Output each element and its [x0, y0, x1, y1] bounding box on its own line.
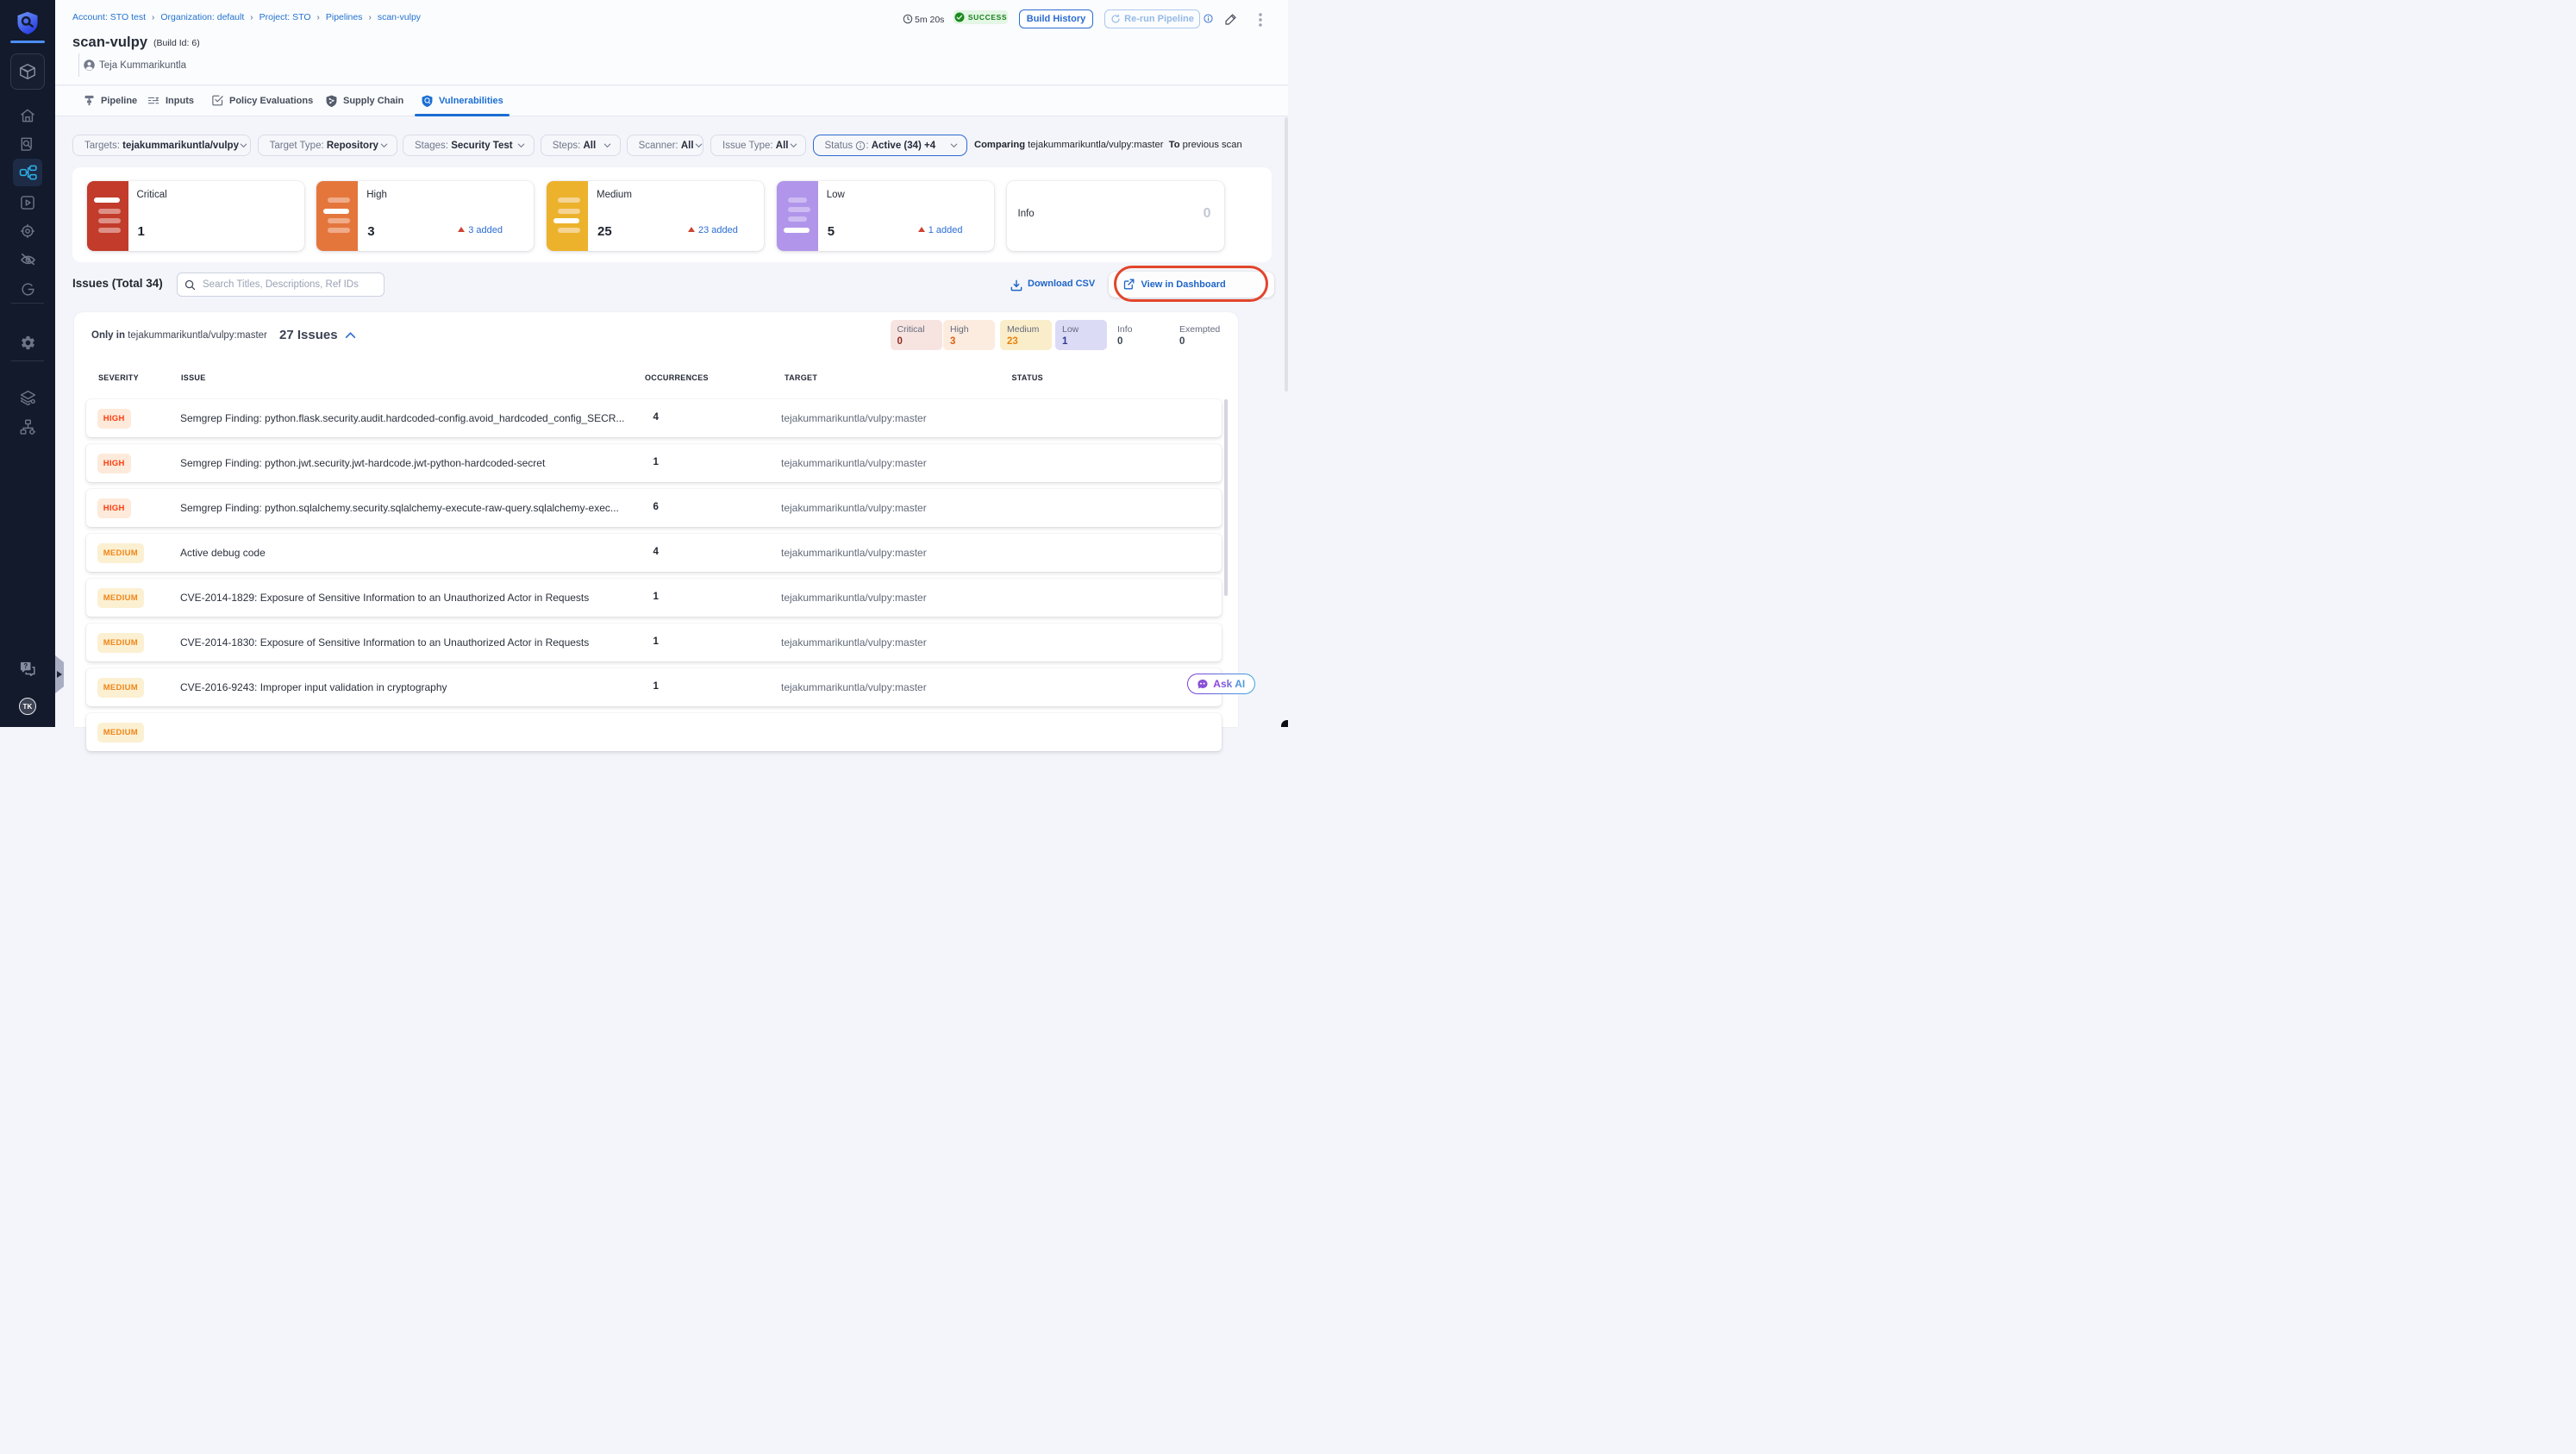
svg-text:?: ?: [23, 662, 28, 670]
